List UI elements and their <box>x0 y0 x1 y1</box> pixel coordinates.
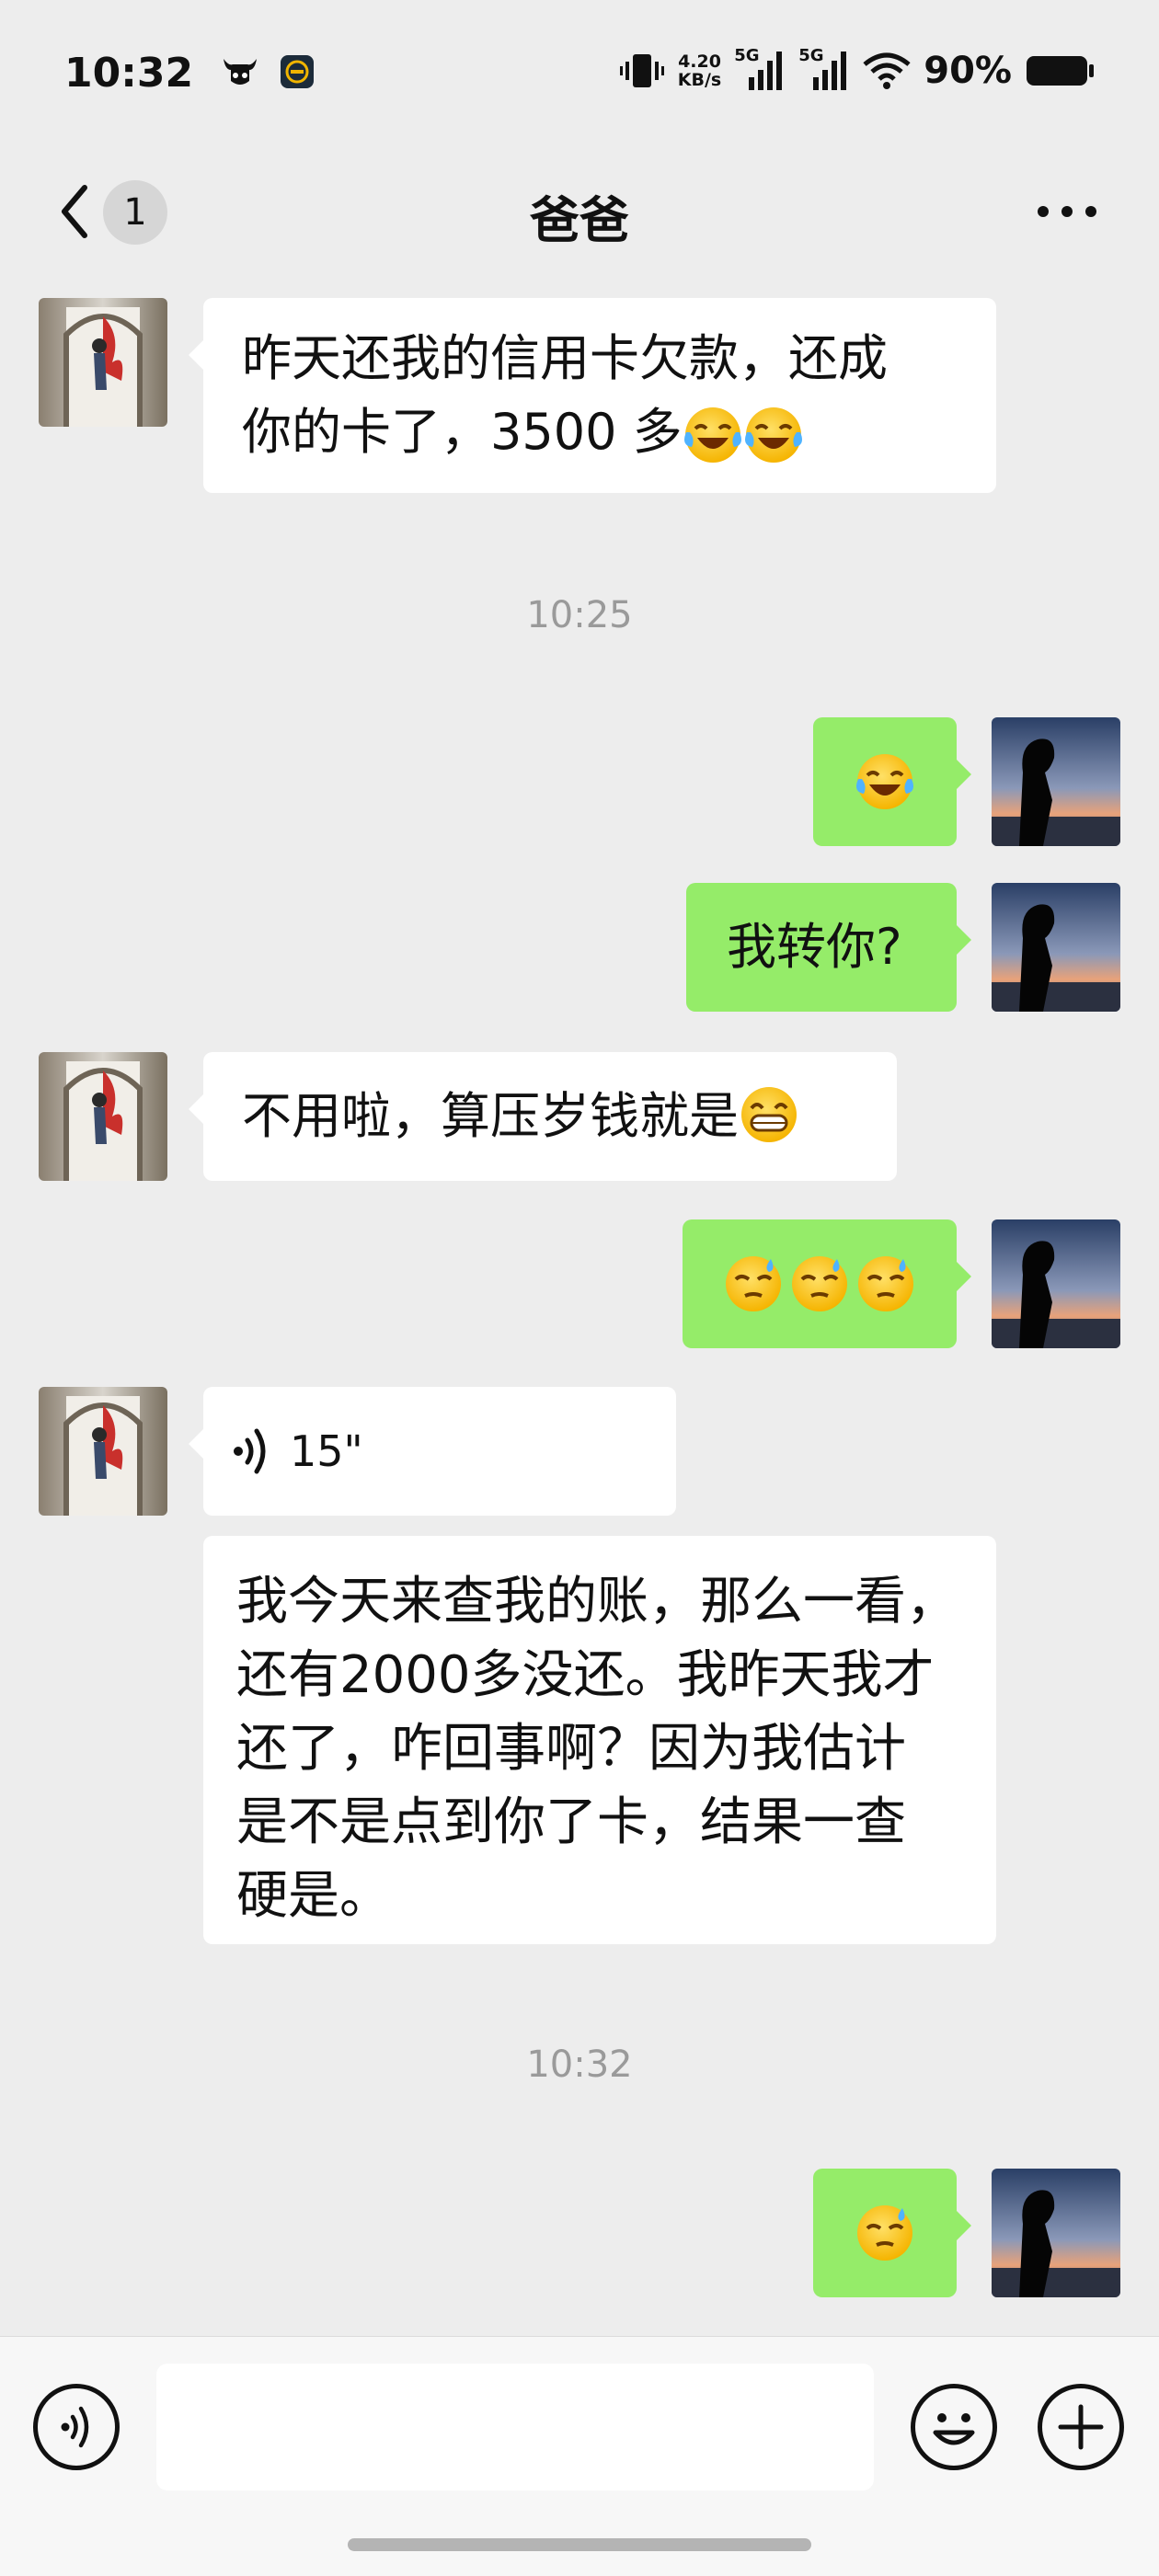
message-bubble-incoming[interactable]: 我今天来查我的账，那么一看， 还有2000多没还。我昨天我才 还了，咋回事啊？因… <box>203 1536 996 1944</box>
sweat-emoji-icon <box>858 1256 913 1311</box>
bubble-tail <box>957 2211 971 2240</box>
sweat-emoji-icon <box>857 2205 912 2261</box>
message-bubble-outgoing[interactable] <box>813 2169 971 2297</box>
laughing-crying-emoji-icon <box>744 407 802 464</box>
message-text-line: 还有2000多没还。我昨天我才 <box>236 1645 935 1705</box>
battery-icon <box>1027 56 1094 86</box>
message-bubble-outgoing[interactable] <box>813 717 971 846</box>
sim2-signal: 5G <box>798 46 850 92</box>
my-avatar[interactable] <box>992 1219 1120 1348</box>
message-text-line: 我今天来查我的账，那么一看， <box>236 1572 958 1631</box>
status-time-text: 10:32 <box>64 50 194 97</box>
emoji-button[interactable] <box>911 2384 997 2470</box>
bubble-tail <box>957 1262 971 1291</box>
home-indicator[interactable] <box>348 2538 811 2551</box>
wifi-icon <box>863 52 911 89</box>
voice-input-icon <box>61 2406 89 2448</box>
plus-icon <box>1058 2404 1104 2450</box>
message-bubble-outgoing[interactable] <box>683 1219 971 1348</box>
voice-message-bubble[interactable]: 15" <box>189 1387 676 1516</box>
message-text: 不用啦，算压岁钱就是 <box>242 1087 739 1145</box>
smiley-icon <box>933 2413 975 2445</box>
bubble-tail <box>189 1429 203 1459</box>
timestamp: 10:32 <box>526 2044 633 2086</box>
message-text-line: 硬是。 <box>236 1866 391 1926</box>
contact-avatar[interactable] <box>39 1387 167 1516</box>
laughing-crying-emoji-icon <box>683 407 741 464</box>
my-avatar[interactable] <box>992 717 1120 846</box>
voice-duration: 15" <box>290 1426 363 1476</box>
message-text-line2: 你的卡了，3500 多 <box>242 395 958 469</box>
message-input[interactable] <box>156 2364 874 2490</box>
bubble-tail <box>189 1094 203 1124</box>
network-speed: 4.20 KB/s <box>678 52 721 89</box>
message-bubble-incoming[interactable]: 昨天还我的信用卡欠款，还成 你的卡了，3500 多 <box>189 298 996 493</box>
laughing-crying-emoji-icon <box>856 754 913 809</box>
voice-input-button[interactable] <box>33 2384 120 2470</box>
contact-avatar[interactable] <box>39 298 167 427</box>
my-avatar[interactable] <box>992 883 1120 1012</box>
message-text-line: 还了，咋回事啊？因为我估计 <box>236 1719 906 1779</box>
vibrate-icon <box>619 54 664 87</box>
message-text-line: 是不是点到你了卡，结果一查 <box>236 1792 906 1852</box>
status-indicators: 4.20 KB/s 5G 5G 90% <box>619 46 1095 92</box>
grin-emoji-icon <box>741 1087 797 1143</box>
contact-avatar[interactable] <box>39 1052 167 1181</box>
more-functions-button[interactable] <box>1038 2384 1124 2470</box>
message-bubble-incoming[interactable]: 不用啦，算压岁钱就是 <box>189 1052 897 1181</box>
voice-wave-icon <box>234 1428 266 1474</box>
message-text: 昨天还我的信用卡欠款，还成 <box>242 329 888 387</box>
signal-icon <box>813 52 847 90</box>
app-notification-icon <box>280 55 314 88</box>
message-bubble-outgoing[interactable]: 我转你? <box>686 883 971 1012</box>
sweat-emoji-icon <box>792 1256 847 1311</box>
timestamp: 10:25 <box>526 594 633 636</box>
bubble-tail <box>189 340 203 370</box>
bull-icon <box>224 59 258 85</box>
network-speed-value: 4.20 <box>678 52 721 72</box>
status-time: 10:32 <box>64 50 316 97</box>
network-speed-unit: KB/s <box>677 70 722 90</box>
sweat-emoji-icon <box>726 1256 781 1311</box>
chat-title: 爸爸 <box>530 191 629 249</box>
message-text: 你的卡了，3500 多 <box>242 403 683 461</box>
my-avatar[interactable] <box>992 2169 1120 2297</box>
battery-percent: 90% <box>924 50 1012 92</box>
bubble-tail <box>957 760 971 789</box>
more-options-icon[interactable] <box>1030 193 1104 230</box>
signal-icon <box>749 52 783 90</box>
sim1-signal: 5G <box>734 46 786 92</box>
bubble-tail <box>957 925 971 955</box>
message-text: 我转你? <box>727 918 902 976</box>
